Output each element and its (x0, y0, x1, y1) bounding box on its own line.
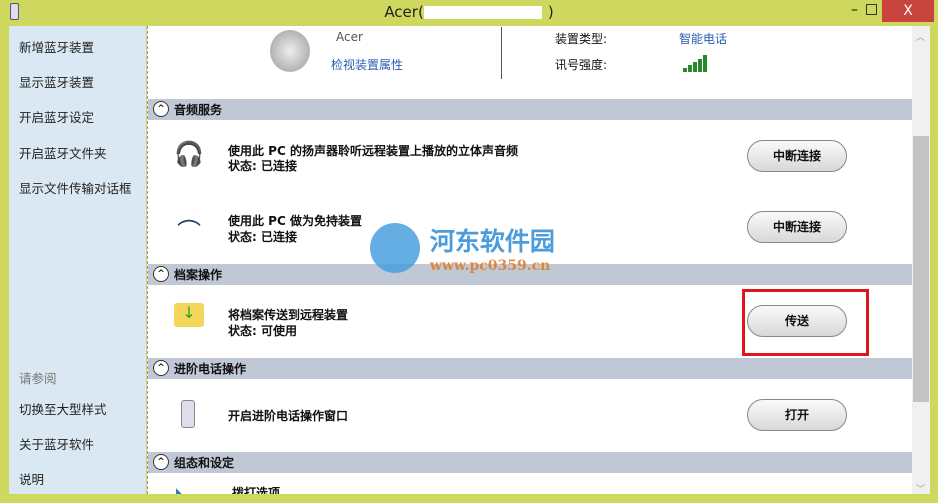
device-type-label: 装置类型: (555, 32, 608, 46)
watermark: 河东软件园 www.pc0359.cn (370, 222, 555, 274)
watermark-url: www.pc0359.cn (429, 258, 551, 274)
collapse-icon[interactable]: ^ (153, 360, 169, 376)
headphones-icon: 🎧 (174, 140, 204, 168)
sidebar-item-add-device[interactable]: 新增蓝牙装置 (19, 37, 94, 56)
device-name: Acer (336, 30, 363, 44)
section-audio-header[interactable]: ^ 音频服务 (148, 99, 912, 120)
section-title: 组态和设定 (174, 456, 235, 470)
sidebar-item-large-style[interactable]: 切换至大型样式 (19, 399, 107, 418)
sidebar (9, 26, 146, 494)
section-title: 音频服务 (174, 103, 223, 117)
send-file-text: 将档案传送到远程装置 (228, 308, 349, 322)
open-button[interactable]: 打开 (747, 399, 847, 431)
headset-icon: ⌒ (177, 218, 201, 246)
disconnect-handsfree-button[interactable]: 中断连接 (747, 211, 847, 243)
sidebar-item-show-devices[interactable]: 显示蓝牙装置 (19, 72, 94, 91)
audio-stereo-status: 状态: 已连接 (228, 159, 297, 173)
send-file-status: 状态: 可使用 (228, 324, 297, 338)
see-also-label: 请参阅 (19, 371, 57, 386)
phone-icon (181, 400, 195, 428)
device-properties-link[interactable]: 检视装置属性 (331, 56, 403, 73)
signal-strength-icon (683, 55, 709, 72)
section-advanced-phone-header[interactable]: ^ 进阶电话操作 (148, 358, 912, 379)
scrollbar-thumb[interactable] (913, 136, 929, 402)
open-advanced-text: 开启进阶电话操作窗口 (228, 409, 349, 423)
sidebar-item-about[interactable]: 关于蓝牙软件 (19, 434, 94, 453)
title-text: Acer( (384, 3, 424, 21)
sidebar-item-help[interactable]: 说明 (19, 469, 44, 488)
divider (501, 27, 502, 79)
sidebar-item-transfer-dialog[interactable]: 显示文件传输对话框 (19, 178, 132, 197)
collapse-icon[interactable]: ^ (153, 454, 169, 470)
dial-options-icon: ◣ (176, 485, 186, 494)
close-button[interactable]: X (882, 0, 934, 22)
watermark-name: 河东软件园 (429, 227, 555, 256)
disconnect-stereo-button[interactable]: 中断连接 (747, 140, 847, 172)
section-title: 进阶电话操作 (174, 362, 247, 376)
handsfree-status: 状态: 已连接 (228, 230, 297, 244)
scroll-down-icon[interactable]: ﹀ (916, 482, 925, 495)
highlight-box (742, 289, 869, 356)
watermark-logo-icon (370, 223, 420, 273)
dial-options-text[interactable]: 拨打选项 (232, 484, 280, 494)
device-stopwatch-icon (270, 30, 310, 72)
handsfree-text: 使用此 PC 做为免持装置 (228, 214, 362, 228)
sidebar-item-folder[interactable]: 开启蓝牙文件夹 (19, 143, 107, 162)
maximize-button[interactable] (866, 4, 877, 15)
device-type-value: 智能电话 (679, 32, 728, 46)
title-suffix: ) (547, 3, 554, 21)
signal-label: 讯号强度: (555, 58, 608, 72)
collapse-icon[interactable]: ^ (153, 101, 169, 117)
folder-send-icon: ↓ (174, 303, 204, 327)
scroll-up-icon[interactable]: ︿ (916, 30, 925, 43)
redacted-box (424, 6, 542, 19)
section-title: 档案操作 (174, 268, 223, 282)
sidebar-item-settings[interactable]: 开启蓝牙设定 (19, 107, 94, 126)
collapse-icon[interactable]: ^ (153, 266, 169, 282)
section-config-header[interactable]: ^ 组态和设定 (148, 452, 912, 473)
minimize-button[interactable]: – (851, 2, 858, 18)
